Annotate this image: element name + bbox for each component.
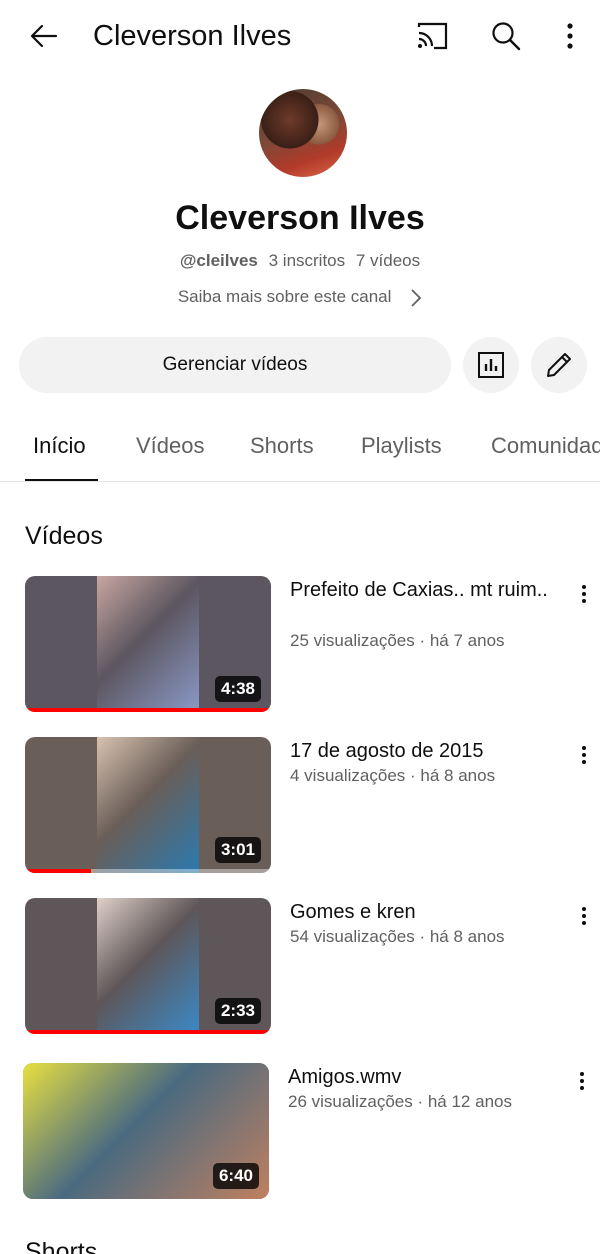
analytics-button[interactable] xyxy=(463,337,519,393)
watch-progress-bar xyxy=(25,1030,271,1034)
video-count: 7 vídeos xyxy=(355,251,421,270)
app-bar-title: Cleverson Ilves xyxy=(93,20,292,52)
more-vert-icon xyxy=(582,746,586,764)
video-title[interactable]: Amigos.wmv xyxy=(288,1065,548,1090)
cast-button[interactable] xyxy=(412,16,452,56)
more-vert-icon xyxy=(580,1072,584,1090)
video-title[interactable]: 17 de agosto de 2015 xyxy=(290,739,550,764)
video-meta: 4 visualizações · há 8 anos xyxy=(290,766,496,785)
tab-community[interactable]: Comunidade xyxy=(491,432,600,460)
video-title[interactable]: Prefeito de Caxias.. mt ruim.. xyxy=(290,578,550,603)
manage-videos-button[interactable]: Gerenciar vídeos xyxy=(19,337,451,393)
active-tab-indicator xyxy=(25,479,98,481)
more-vert-icon xyxy=(582,585,586,603)
channel-tabs: Início Vídeos Shorts Playlists Comunidad… xyxy=(0,412,600,482)
analytics-icon xyxy=(478,352,504,378)
video-duration: 2:33 xyxy=(214,998,261,1024)
channel-meta: @cleilves 3 inscritos 7 vídeos xyxy=(0,250,600,272)
video-duration: 6:40 xyxy=(212,1163,259,1189)
watch-progress-bar xyxy=(25,708,271,712)
more-vert-icon xyxy=(582,907,586,925)
video-thumbnail[interactable]: 3:01 xyxy=(25,737,271,873)
search-icon xyxy=(492,22,521,51)
video-menu-button[interactable] xyxy=(570,1067,594,1095)
more-vert-icon xyxy=(567,23,573,49)
video-meta: 54 visualizações · há 8 anos xyxy=(290,927,505,946)
video-menu-button[interactable] xyxy=(572,902,596,930)
video-thumbnail[interactable]: 6:40 xyxy=(23,1063,269,1199)
tab-shorts[interactable]: Shorts xyxy=(250,432,314,460)
videos-section-title: Vídeos xyxy=(25,522,103,550)
video-menu-button[interactable] xyxy=(572,580,596,608)
video-thumbnail[interactable]: 2:33 xyxy=(25,898,271,1034)
edit-pencil-icon xyxy=(547,353,571,377)
video-item[interactable]: 6:40 Amigos.wmv 26 visualizações · há 12… xyxy=(0,1063,600,1203)
video-duration: 3:01 xyxy=(214,837,261,863)
about-channel-label: Saiba mais sobre este canal xyxy=(177,287,392,306)
tab-playlists[interactable]: Playlists xyxy=(361,432,442,460)
video-item[interactable]: 2:33 Gomes e kren 54 visualizações · há … xyxy=(0,898,600,1038)
video-duration: 4:38 xyxy=(214,676,261,702)
top-app-bar: Cleverson Ilves xyxy=(0,0,600,72)
channel-name: Cleverson Ilves xyxy=(175,199,425,237)
video-menu-button[interactable] xyxy=(572,741,596,769)
video-item[interactable]: 4:38 Prefeito de Caxias.. mt ruim.. 25 v… xyxy=(0,576,600,716)
about-channel-link[interactable]: Saiba mais sobre este canal xyxy=(0,286,600,308)
chevron-right-icon xyxy=(411,288,422,307)
tab-videos[interactable]: Vídeos xyxy=(136,432,205,460)
video-meta: 25 visualizações · há 7 anos xyxy=(290,631,505,650)
thumbnail-image xyxy=(97,737,199,873)
tab-inicio[interactable]: Início xyxy=(33,432,86,460)
thumbnail-image xyxy=(97,576,199,712)
thumbnail-image xyxy=(97,898,199,1034)
video-item[interactable]: 3:01 17 de agosto de 2015 4 visualizaçõe… xyxy=(0,737,600,877)
arrow-left-icon xyxy=(30,24,58,48)
back-button[interactable] xyxy=(24,16,64,56)
search-button[interactable] xyxy=(486,16,526,56)
cast-icon xyxy=(417,22,448,50)
video-meta: 26 visualizações · há 12 anos xyxy=(288,1092,512,1111)
watch-progress-bar xyxy=(25,869,92,873)
shorts-section-title: Shorts xyxy=(25,1238,98,1254)
more-options-button[interactable] xyxy=(552,16,588,56)
edit-channel-button[interactable] xyxy=(531,337,587,393)
subscriber-count: 3 inscritos xyxy=(268,251,346,270)
video-title[interactable]: Gomes e kren xyxy=(290,900,550,925)
channel-handle: @cleilves xyxy=(179,251,258,270)
video-thumbnail[interactable]: 4:38 xyxy=(25,576,271,712)
channel-avatar[interactable] xyxy=(259,89,347,177)
